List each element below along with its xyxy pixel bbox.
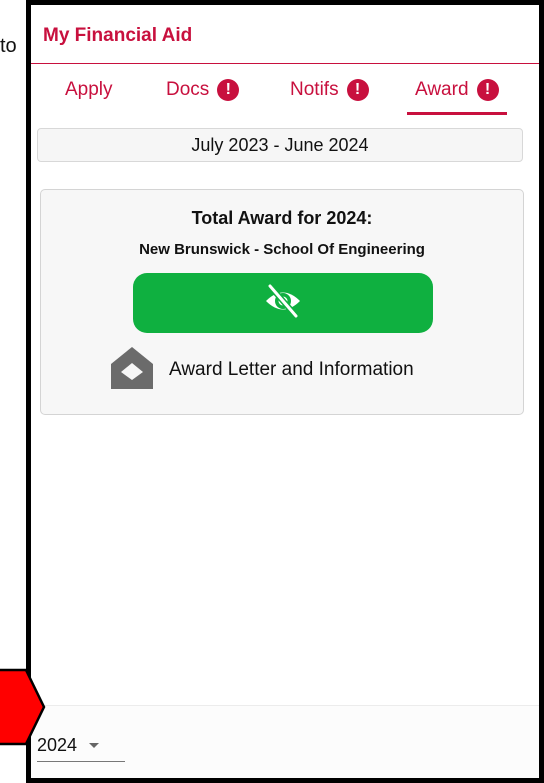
red-arrow-annotation	[0, 668, 46, 746]
financial-aid-panel: My Financial Aid Apply Docs ! Notifs ! A…	[26, 0, 544, 783]
award-letter-label: Award Letter and Information	[169, 359, 414, 380]
award-letter-link[interactable]: Award Letter and Information	[109, 340, 414, 400]
app-title: My Financial Aid	[43, 25, 193, 46]
background-text: to	[0, 35, 17, 57]
docs-alert-icon: !	[217, 79, 240, 101]
award-period-label: July 2023 - June 2024	[191, 134, 369, 155]
tab-notifs-label: Notifs	[290, 79, 339, 100]
tab-apply[interactable]: Apply	[65, 65, 113, 115]
eye-slash-icon	[263, 281, 303, 326]
tab-award[interactable]: Award !	[407, 65, 506, 115]
tab-notifs[interactable]: Notifs !	[290, 65, 369, 115]
year-select[interactable]: 2024	[37, 729, 125, 762]
award-period-selector[interactable]: July 2023 - June 2024	[37, 128, 523, 162]
award-alert-icon: !	[476, 79, 499, 101]
panel-header: My Financial Aid	[31, 5, 539, 64]
award-school: New Brunswick - School Of Engineering	[139, 241, 425, 258]
show-award-amount-button[interactable]	[133, 273, 433, 333]
envelope-open-icon	[109, 345, 155, 396]
tab-award-label: Award	[415, 79, 469, 100]
chevron-down-icon	[89, 742, 100, 748]
tab-apply-label: Apply	[65, 79, 113, 100]
tab-docs-label: Docs	[166, 79, 210, 100]
notifs-alert-icon: !	[346, 79, 369, 101]
award-title: Total Award for 2024:	[191, 208, 373, 228]
tab-docs[interactable]: Docs !	[166, 65, 240, 115]
award-card: Total Award for 2024: New Brunswick - Sc…	[40, 189, 524, 415]
tab-bar: Apply Docs ! Notifs ! Award !	[31, 65, 539, 115]
